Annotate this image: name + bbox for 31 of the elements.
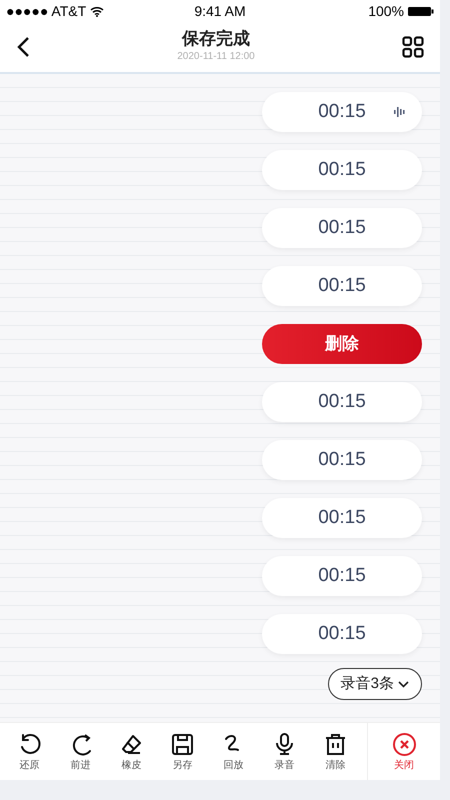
- toolbar-button[interactable]: 还原: [4, 723, 55, 780]
- recording-clip[interactable]: 00:15: [262, 266, 422, 306]
- close-icon: [392, 732, 416, 756]
- toolbar-button[interactable]: 前进: [55, 723, 106, 780]
- toolbar-button[interactable]: 橡皮: [106, 723, 157, 780]
- recording-clip[interactable]: 00:15: [262, 498, 422, 538]
- toolbar-button[interactable]: 录音: [259, 723, 310, 780]
- recording-clip[interactable]: 00:15: [262, 440, 422, 480]
- timestamp-text: 2020-11-11 12:00: [177, 50, 255, 64]
- page-title: 保存完成: [182, 29, 250, 49]
- recording-clip[interactable]: 00:15: [262, 614, 422, 654]
- toolbar-button[interactable]: 回放: [208, 723, 259, 780]
- battery-text: 100%: [368, 2, 404, 20]
- toolbar-button[interactable]: 另存: [157, 723, 208, 780]
- trash-icon: [323, 732, 348, 756]
- save-icon: [170, 732, 195, 756]
- toolbar-button[interactable]: 清除: [310, 723, 361, 780]
- battery-icon: [408, 6, 434, 16]
- recording-clip[interactable]: 00:15: [262, 150, 422, 190]
- grid-icon[interactable]: [402, 36, 424, 58]
- recording-clip[interactable]: 00:15: [262, 92, 422, 132]
- clock-text: 9:41 AM: [194, 2, 246, 20]
- back-icon[interactable]: [16, 36, 30, 58]
- delete-button[interactable]: 删除: [262, 324, 422, 364]
- wifi-icon: [90, 6, 104, 16]
- carrier-text: ●●●●● AT&T: [6, 2, 86, 20]
- recording-clip[interactable]: 00:15: [262, 556, 422, 596]
- recording-clip[interactable]: 00:15: [262, 382, 422, 422]
- close-button[interactable]: 关闭: [367, 723, 440, 780]
- recording-count-button[interactable]: 录音3条: [328, 668, 422, 700]
- recording-clip[interactable]: 00:15: [262, 208, 422, 248]
